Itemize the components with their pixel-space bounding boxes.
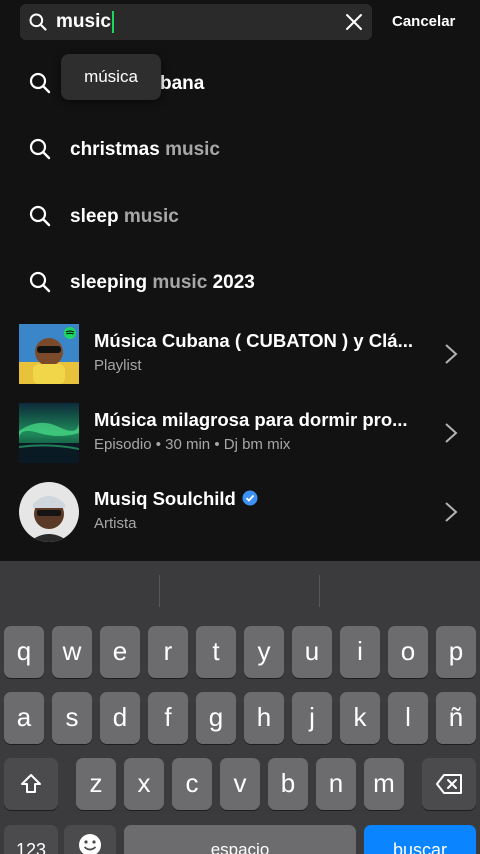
key-p[interactable]: p	[436, 626, 476, 678]
suggestion-text: sleep music	[70, 206, 179, 227]
result-row-playlist[interactable]: Música Cubana ( CUBATON ) y Clá... Playl…	[0, 318, 480, 390]
cancel-button[interactable]: Cancelar	[392, 13, 455, 30]
result-row-episode[interactable]: Música milagrosa para dormir pro... Epis…	[0, 397, 480, 469]
result-subtitle: Episodio • 30 min • Dj bm mix	[94, 436, 291, 453]
key-x[interactable]: x	[124, 758, 164, 810]
key-y[interactable]: y	[244, 626, 284, 678]
search-return-key[interactable]: buscar	[364, 825, 476, 854]
key-d[interactable]: d	[100, 692, 140, 744]
search-icon	[29, 72, 51, 94]
result-title: Música milagrosa para dormir pro...	[94, 409, 408, 430]
key-z[interactable]: z	[76, 758, 116, 810]
verified-badge-icon	[242, 490, 258, 506]
playlist-cover	[19, 324, 79, 384]
search-header: music Cancelar	[0, 0, 480, 48]
key-r[interactable]: r	[148, 626, 188, 678]
key-j[interactable]: j	[292, 692, 332, 744]
key-m[interactable]: m	[364, 758, 404, 810]
autocorrect-tooltip[interactable]: música	[61, 54, 161, 100]
key-f[interactable]: f	[148, 692, 188, 744]
chevron-right-icon	[445, 502, 458, 522]
text-caret	[111, 11, 114, 33]
suggestion-item[interactable]: sleep music	[0, 187, 480, 247]
key-n[interactable]: n	[316, 758, 356, 810]
key-n-tilde[interactable]: ñ	[436, 692, 476, 744]
key-q[interactable]: q	[4, 626, 44, 678]
predictive-divider	[159, 575, 160, 607]
search-query[interactable]: music	[56, 11, 114, 33]
result-title: Musiq Soulchild	[94, 488, 434, 510]
chevron-right-icon	[445, 344, 458, 364]
key-t[interactable]: t	[196, 626, 236, 678]
shift-key[interactable]	[4, 758, 58, 810]
search-icon	[29, 138, 51, 160]
key-i[interactable]: i	[340, 626, 380, 678]
key-a[interactable]: a	[4, 692, 44, 744]
result-subtitle: Artista	[94, 515, 137, 532]
predictive-divider	[319, 575, 320, 607]
key-u[interactable]: u	[292, 626, 332, 678]
key-l[interactable]: l	[388, 692, 428, 744]
result-subtitle: Playlist	[94, 357, 142, 374]
predictive-bar[interactable]	[0, 561, 480, 611]
numbers-key[interactable]: 123	[4, 825, 58, 854]
suggestion-item[interactable]: sleeping music 2023	[0, 253, 480, 313]
search-input[interactable]: music	[20, 4, 372, 40]
clear-icon[interactable]	[344, 12, 364, 32]
key-w[interactable]: w	[52, 626, 92, 678]
result-row-artist[interactable]: Musiq Soulchild Artista	[0, 476, 480, 548]
search-icon	[29, 13, 47, 31]
chevron-right-icon	[445, 423, 458, 443]
key-b[interactable]: b	[268, 758, 308, 810]
key-o[interactable]: o	[388, 626, 428, 678]
key-c[interactable]: c	[172, 758, 212, 810]
search-icon	[29, 271, 51, 293]
key-k[interactable]: k	[340, 692, 380, 744]
autocorrect-suggestion: música	[84, 67, 138, 86]
suggestion-item[interactable]: christmas music	[0, 120, 480, 180]
search-icon	[29, 205, 51, 227]
key-v[interactable]: v	[220, 758, 260, 810]
suggestion-text: sleeping music 2023	[70, 272, 255, 293]
key-e[interactable]: e	[100, 626, 140, 678]
emoji-key[interactable]	[64, 825, 116, 854]
suggestion-text: christmas music	[70, 139, 220, 160]
key-h[interactable]: h	[244, 692, 284, 744]
space-key[interactable]: espacio	[124, 825, 356, 854]
artist-avatar	[19, 482, 79, 542]
aurora-cover	[19, 403, 79, 463]
result-title: Música Cubana ( CUBATON ) y Clá...	[94, 330, 413, 351]
key-s[interactable]: s	[52, 692, 92, 744]
suggestion-text: bana	[160, 73, 205, 94]
emoji-icon	[79, 834, 101, 854]
on-screen-keyboard: q w e r t y u i o p a s d f g h j k l ñ …	[0, 561, 480, 854]
backspace-key[interactable]	[422, 758, 476, 810]
shift-icon	[21, 774, 41, 793]
key-g[interactable]: g	[196, 692, 236, 744]
backspace-icon	[436, 774, 462, 794]
